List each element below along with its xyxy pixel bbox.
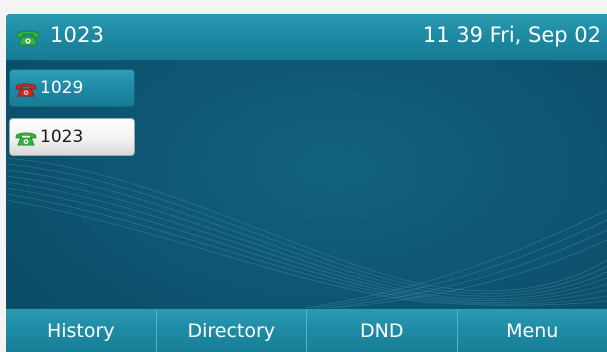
line-key-1023[interactable]: 1023 [9, 118, 135, 156]
phone-handset-red-icon [15, 83, 37, 97]
directory-softkey[interactable]: Directory [155, 309, 307, 352]
history-softkey[interactable]: History [6, 309, 156, 352]
phone-handset-green-icon [16, 30, 40, 46]
menu-softkey[interactable]: Menu [456, 309, 607, 352]
dnd-softkey[interactable]: DND [306, 309, 457, 352]
phone-screen: 1023 11 39 Fri, Sep 02 1029 1023 History… [6, 14, 607, 352]
date-time: 11 39 Fri, Sep 02 [422, 23, 601, 47]
account-label: 1023 [50, 23, 105, 47]
line-key-label: 1023 [40, 127, 84, 147]
softkey-bar: History Directory DND Menu [6, 308, 607, 352]
line-key-1029[interactable]: 1029 [9, 69, 135, 107]
phone-frame: 1023 11 39 Fri, Sep 02 1029 1023 History… [0, 0, 607, 352]
phone-handset-green-icon [15, 132, 37, 146]
line-key-label: 1029 [40, 78, 84, 98]
status-bar: 1023 11 39 Fri, Sep 02 [6, 14, 607, 61]
